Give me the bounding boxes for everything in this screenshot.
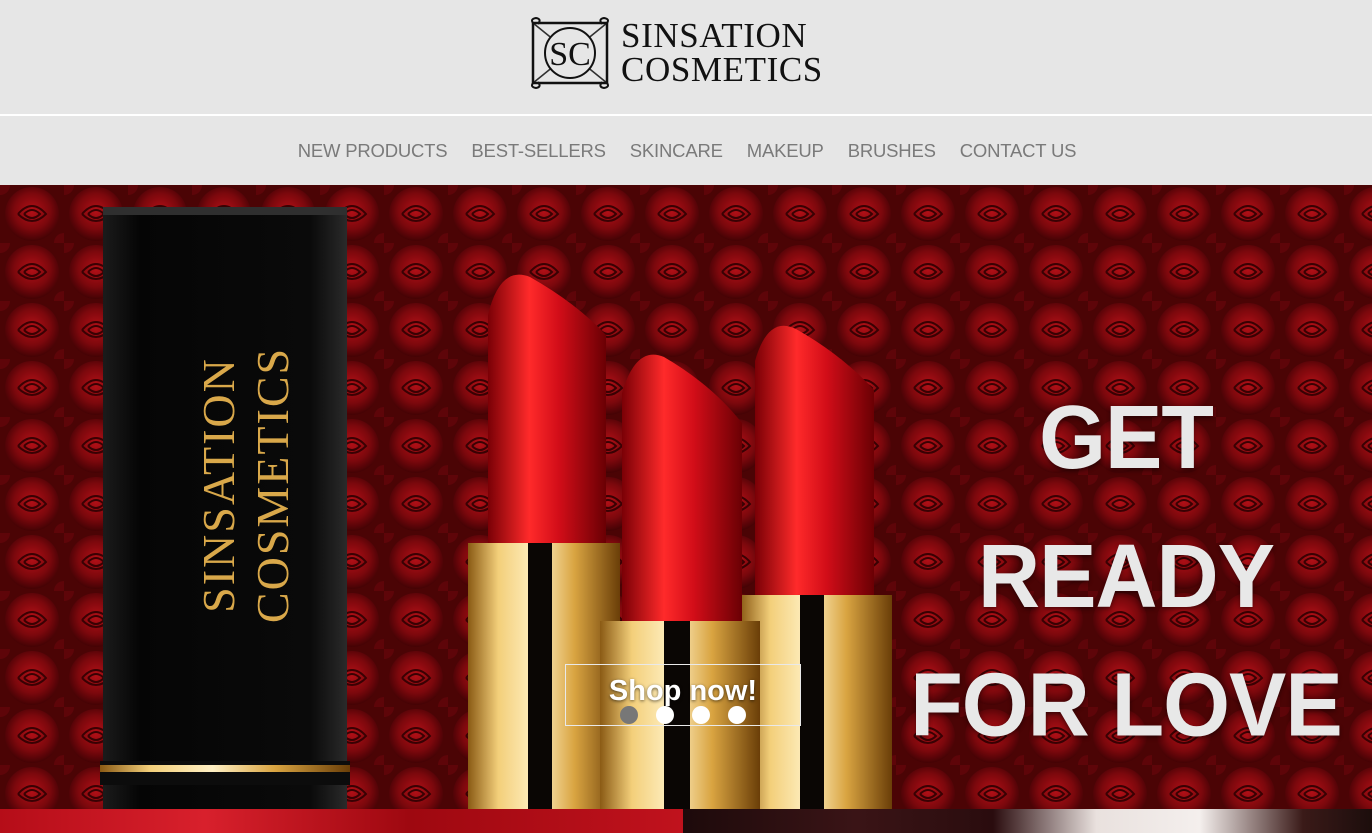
box-text-2: COSMETICS [247,347,298,623]
main-nav: NEW PRODUCTS BEST-SELLERS SKINCARE MAKEU… [0,116,1372,185]
nav-item-new-products[interactable]: NEW PRODUCTS [298,140,448,162]
headline-line-2: FOR LOVE [910,654,1343,756]
promo-strip [0,809,1372,833]
slider-dot-4[interactable] [728,706,746,724]
lipstick-left [468,274,620,809]
brand-line-1: SINSATION [621,16,808,55]
slider-dot-2[interactable] [656,706,674,724]
hero-slider: SINSATION COSMETICS GET READY FOR LOVE S… [0,185,1372,809]
site-header: SC SINSATION COSMETICS [0,0,1372,114]
promo-tile-left[interactable] [0,809,683,833]
nav-item-contact-us[interactable]: CONTACT US [960,140,1077,162]
product-box: SINSATION COSMETICS [100,207,350,809]
lipstick-right [740,325,892,809]
brand-line-2: COSMETICS [621,50,823,89]
nav-item-skincare[interactable]: SKINCARE [630,140,723,162]
lipstick-center [600,354,760,809]
brand-logo[interactable]: SC SINSATION COSMETICS [529,17,839,89]
promo-tile-right[interactable] [683,809,1372,833]
slider-dot-3[interactable] [692,706,710,724]
monogram-emblem: SC [529,17,611,89]
slider-dot-1[interactable] [620,706,638,724]
nav-item-best-sellers[interactable]: BEST-SELLERS [471,140,606,162]
hero-headline: GET READY FOR LOVE [880,375,1372,771]
monogram-text: SC [549,36,591,73]
nav-item-makeup[interactable]: MAKEUP [747,140,824,162]
brand-wordmark: SINSATION COSMETICS [621,16,823,89]
slider-dots [620,706,746,724]
nav-item-brushes[interactable]: BRUSHES [848,140,936,162]
box-text-1: SINSATION [193,357,244,613]
headline-line-1: GET READY [977,387,1275,627]
